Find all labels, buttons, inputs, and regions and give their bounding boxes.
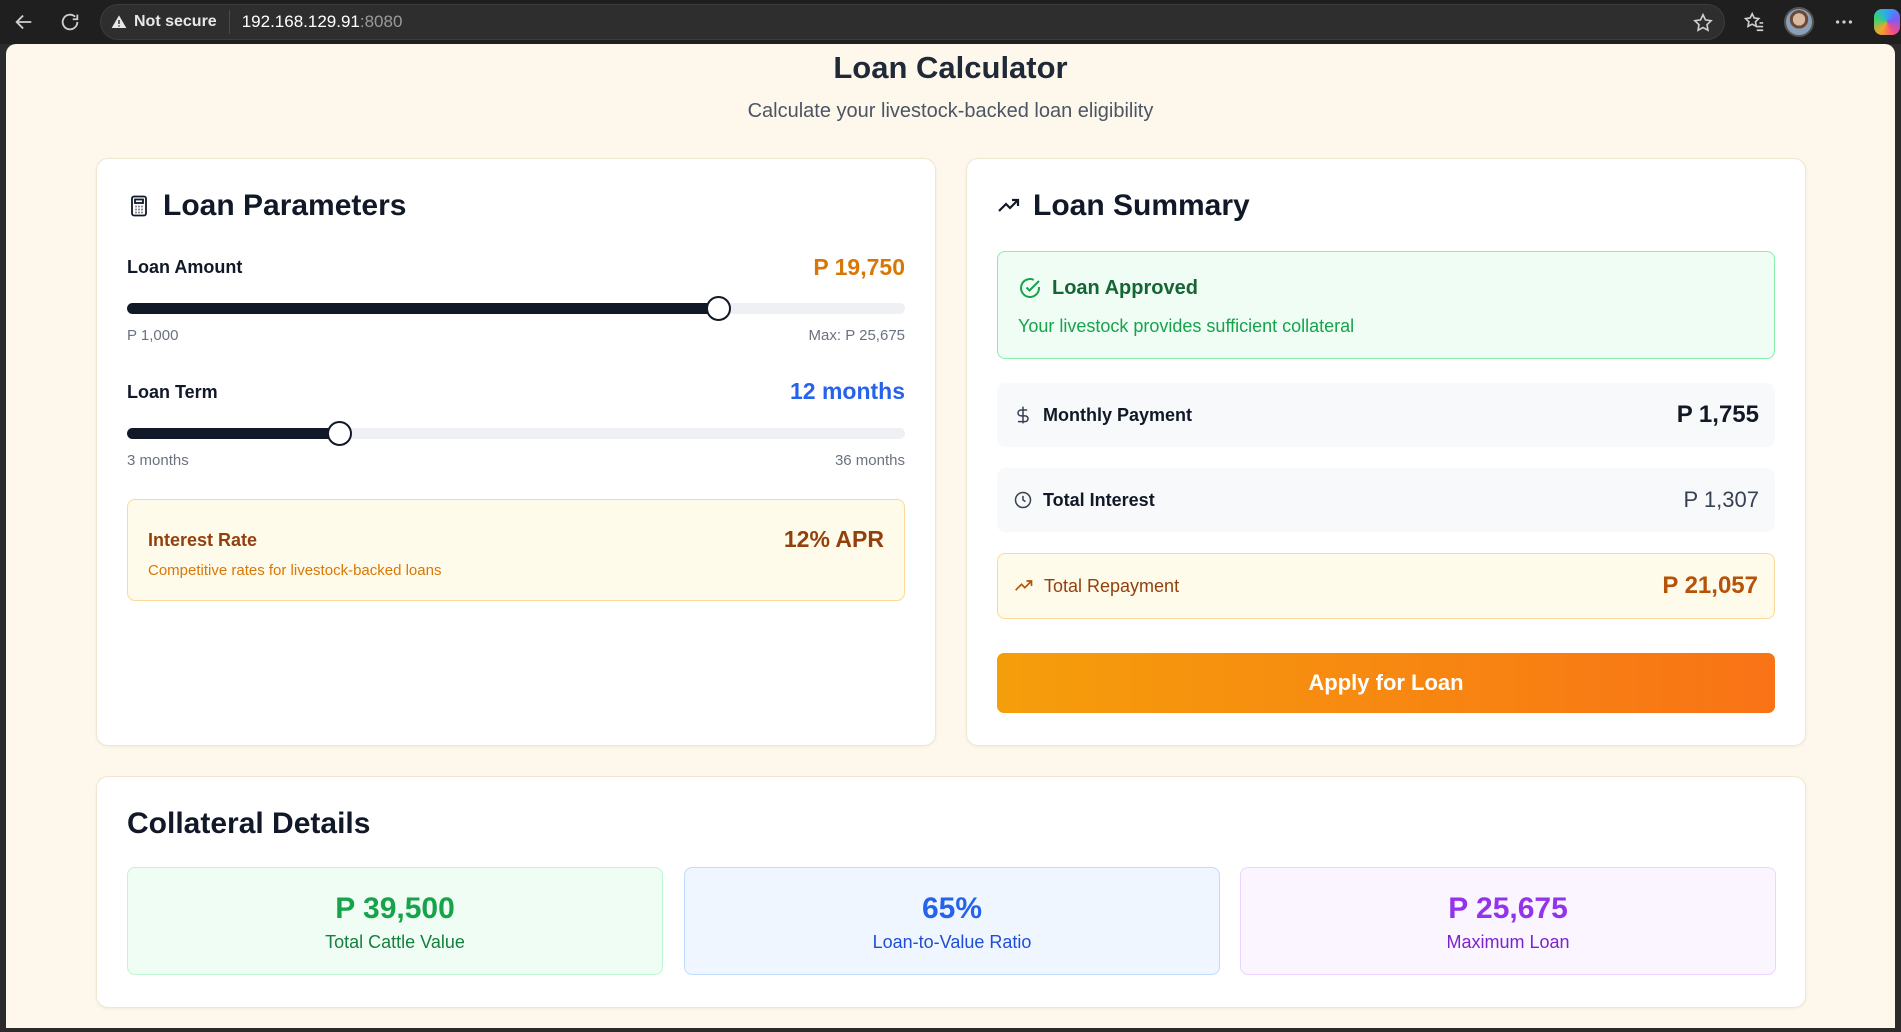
loan-amount-max: Max: P 25,675 xyxy=(808,327,905,344)
total-cattle-value-label: Total Cattle Value xyxy=(325,932,465,952)
loan-summary-heading: Loan Summary xyxy=(997,189,1250,223)
maximum-loan-value: P 25,675 xyxy=(1448,892,1568,925)
page-viewport: Loan Calculator Calculate your livestock… xyxy=(6,44,1895,1028)
loan-amount-slider-fill xyxy=(127,303,719,314)
check-circle-icon xyxy=(1020,278,1040,298)
trending-up-icon xyxy=(998,198,1020,212)
reload-icon[interactable] xyxy=(52,4,88,40)
loan-term-value: 12 months xyxy=(789,378,905,404)
total-repayment-value: P 21,057 xyxy=(1662,572,1758,599)
collateral-details-card: Collateral Details P 39,500 Total Cattle… xyxy=(96,776,1806,1008)
calculator-icon xyxy=(131,195,147,217)
loan-parameters-card: Loan Parameters Loan Amount P 19,750 P 1… xyxy=(96,158,936,746)
loan-parameters-title: Loan Parameters xyxy=(163,189,407,222)
interest-rate-box: Interest Rate Competitive rates for live… xyxy=(127,499,905,601)
maximum-loan-label: Maximum Loan xyxy=(1446,932,1570,952)
loan-approved-title: Loan Approved xyxy=(1052,276,1198,299)
bookmark-star-icon[interactable] xyxy=(1692,12,1714,34)
loan-term-label: Loan Term xyxy=(127,382,218,402)
loan-term-max: 36 months xyxy=(834,452,905,469)
url-host: 192.168.129.91 xyxy=(241,12,360,31)
total-interest-value: P 1,307 xyxy=(1683,487,1759,512)
url-port: :8080 xyxy=(359,12,403,31)
loan-amount-min: P 1,000 xyxy=(127,327,179,344)
loan-approved-text: Your livestock provides sufficient colla… xyxy=(1018,316,1355,336)
profile-avatar[interactable] xyxy=(1784,7,1814,37)
loan-amount-label: Loan Amount xyxy=(127,257,243,277)
security-indicator[interactable]: Not secure xyxy=(111,10,230,34)
favorites-icon[interactable] xyxy=(1738,6,1770,38)
loan-term-slider-thumb[interactable] xyxy=(327,421,353,446)
loan-amount-value: P 19,750 xyxy=(813,254,905,280)
loan-summary-title: Loan Summary xyxy=(1033,189,1250,222)
loan-term-slider-fill xyxy=(127,428,340,439)
loan-summary-card: Loan Summary Loan Approved Your livestoc… xyxy=(966,158,1806,746)
loan-approved-banner: Loan Approved Your livestock provides su… xyxy=(997,251,1775,359)
browser-toolbar: Not secure 192.168.129.91:8080 xyxy=(0,0,1901,44)
back-arrow-icon[interactable] xyxy=(6,4,42,40)
total-repayment-label: Total Repayment xyxy=(1044,575,1180,596)
loan-parameters-heading: Loan Parameters xyxy=(127,189,406,223)
address-bar[interactable]: Not secure 192.168.129.91:8080 xyxy=(100,4,1725,40)
interest-rate-title: Interest Rate xyxy=(148,530,258,550)
total-repayment-row: Total Repayment P 21,057 xyxy=(997,553,1775,619)
loan-to-value-ratio: 65% xyxy=(921,892,983,925)
loan-term-slider[interactable] xyxy=(127,421,905,446)
total-cattle-value: P 39,500 xyxy=(335,892,455,925)
total-interest-label: Total Interest xyxy=(1043,489,1155,510)
total-interest-row: Total Interest P 1,307 xyxy=(997,468,1775,532)
apply-for-loan-button[interactable]: Apply for Loan xyxy=(997,653,1775,713)
monthly-payment-value: P 1,755 xyxy=(1676,401,1759,428)
copilot-icon[interactable] xyxy=(1874,9,1900,35)
collateral-details-title: Collateral Details xyxy=(127,807,371,840)
trending-up-icon xyxy=(1015,580,1033,591)
monthly-payment-label: Monthly Payment xyxy=(1043,404,1193,425)
security-label: Not secure xyxy=(134,13,217,30)
interest-rate-subtitle: Competitive rates for livestock-backed l… xyxy=(148,562,442,579)
page-subtitle: Calculate your livestock-backed loan eli… xyxy=(747,100,1154,122)
interest-rate-value: 12% APR xyxy=(783,526,884,552)
loan-amount-slider[interactable] xyxy=(127,296,905,321)
clock-icon xyxy=(1014,491,1032,509)
loan-to-value-tile: 65% Loan-to-Value Ratio xyxy=(684,867,1220,975)
maximum-loan-tile: P 25,675 Maximum Loan xyxy=(1240,867,1776,975)
loan-approved-header: Loan Approved xyxy=(1018,276,1198,300)
loan-to-value-label: Loan-to-Value Ratio xyxy=(872,932,1032,952)
loan-term-min: 3 months xyxy=(127,452,189,469)
more-menu-icon[interactable] xyxy=(1828,6,1860,38)
loan-amount-slider-thumb[interactable] xyxy=(706,296,732,321)
page-title: Loan Calculator xyxy=(833,50,1068,85)
monthly-payment-row: Monthly Payment P 1,755 xyxy=(997,383,1775,447)
warning-triangle-icon xyxy=(111,15,127,28)
dollar-sign-icon xyxy=(1017,406,1029,424)
total-cattle-value-tile: P 39,500 Total Cattle Value xyxy=(127,867,663,975)
